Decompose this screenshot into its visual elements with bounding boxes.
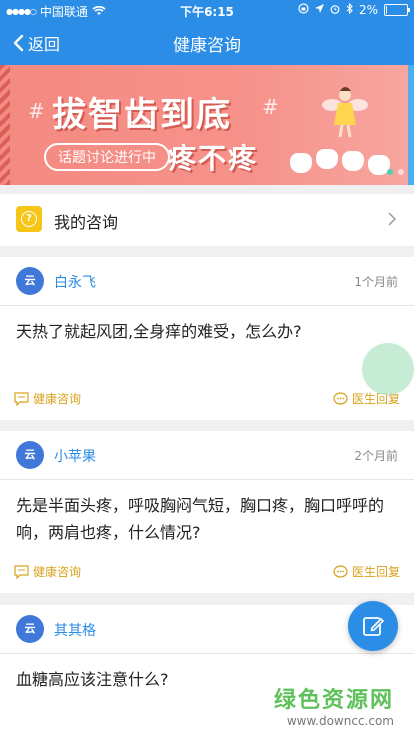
comment-icon — [333, 391, 348, 405]
watermark-title: 绿色资源网 — [273, 688, 394, 713]
battery-icon — [384, 4, 410, 16]
banner-next-edge — [408, 65, 414, 185]
touch-indicator — [362, 343, 414, 395]
my-consultation-row[interactable]: ? 我的咨询 — [0, 194, 414, 246]
tooth-illustration — [290, 153, 312, 173]
lock-rotation-icon — [298, 3, 309, 17]
avatar[interactable]: 云 — [16, 441, 44, 469]
post-header: 云 白永飞 1个月前 — [0, 257, 414, 306]
carousel-indicator — [387, 169, 404, 175]
chat-bubble-icon — [14, 391, 29, 406]
chevron-right-icon — [388, 212, 396, 226]
watermark-url: www.downcc.com — [286, 714, 394, 728]
category-label: 健康咨询 — [33, 392, 82, 406]
fairy-illustration — [320, 83, 370, 145]
post-footer: 健康咨询 医生回复 — [0, 563, 414, 583]
comment-icon — [333, 564, 348, 578]
post-header: 云 小苹果 2个月前 — [0, 431, 414, 480]
category-tag[interactable]: 健康咨询 — [14, 390, 81, 407]
location-icon — [314, 3, 324, 17]
avatar[interactable]: 云 — [16, 615, 44, 643]
banner-tag: 话题讨论进行中 — [44, 143, 170, 171]
post-time: 2个月前 — [354, 449, 398, 463]
banner-subtitle: 疼不疼 — [168, 142, 259, 175]
nav-bar: 返回 健康咨询 — [0, 20, 414, 65]
alarm-icon — [330, 3, 340, 17]
edit-icon — [363, 617, 384, 636]
question-text[interactable]: 先是半面头疼，呼吸胸闷气短，胸口疼，胸口呼呼的响，两肩也疼，什么情况? — [0, 480, 414, 546]
avatar[interactable]: 云 — [16, 267, 44, 295]
hash-decoration: # — [262, 95, 279, 119]
tooth-illustration — [316, 149, 338, 169]
status-right: 2% — [298, 2, 410, 17]
tooth-illustration — [342, 151, 364, 171]
doctor-reply-label: 医生回复 — [351, 565, 400, 579]
chat-bubble-icon — [14, 564, 29, 579]
post-footer: 健康咨询 医生回复 — [0, 390, 414, 410]
banner-title: 拔智齿到底 — [52, 95, 232, 135]
banner-stripe — [0, 65, 10, 185]
user-name[interactable]: 白永飞 — [54, 272, 96, 292]
post-card[interactable]: 云 白永飞 1个月前 天热了就起风团,全身痒的难受，怎么办? 健康咨询 医生回复 — [0, 257, 414, 420]
my-consultation-label: 我的咨询 — [54, 213, 119, 232]
hash-decoration: # — [28, 99, 45, 123]
post-time: 1个月前 — [354, 275, 398, 289]
question-text[interactable]: 天热了就起风团,全身痒的难受，怎么办? — [0, 306, 414, 345]
promo-banner[interactable]: # # 拔智齿到底 话题讨论进行中 疼不疼 — [0, 65, 414, 185]
carousel-dot[interactable] — [398, 169, 404, 175]
doctor-reply-tag[interactable]: 医生回复 — [333, 563, 400, 580]
category-tag[interactable]: 健康咨询 — [14, 563, 81, 580]
watermark: 绿色资源网 www.downcc.com — [274, 682, 394, 728]
user-name[interactable]: 其其格 — [54, 620, 96, 640]
battery-percent: 2% — [358, 3, 378, 17]
page-title: 健康咨询 — [173, 36, 241, 56]
carousel-dot[interactable] — [387, 169, 393, 175]
post-card[interactable]: 云 小苹果 2个月前 先是半面头疼，呼吸胸闷气短，胸口疼，胸口呼呼的响，两肩也疼… — [0, 431, 414, 593]
category-label: 健康咨询 — [33, 565, 82, 579]
status-bar: ●●●●○ 中国联通 下午6:15 2% — [0, 0, 414, 20]
question-icon: ? — [16, 206, 42, 232]
compose-button[interactable] — [348, 601, 398, 651]
user-name[interactable]: 小苹果 — [54, 446, 96, 466]
bluetooth-icon — [346, 2, 353, 17]
